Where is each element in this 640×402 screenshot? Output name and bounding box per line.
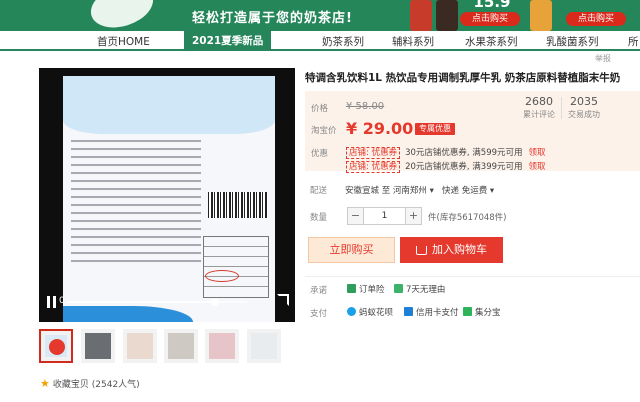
star-icon: ★ (40, 377, 50, 390)
ice-cream-cup-image (530, 0, 552, 31)
quantity-input[interactable]: 1 (364, 207, 405, 225)
original-price: ¥ 58.00 (346, 101, 385, 112)
buy-now-button[interactable]: 立即购买 (308, 237, 395, 263)
banner-buy-button[interactable]: 点击购买 (460, 12, 520, 26)
thumbnail-image[interactable] (81, 329, 115, 363)
thumbnail-image[interactable] (205, 329, 239, 363)
stat-reviews[interactable]: 2680 累计评论 (518, 95, 560, 120)
stat-transactions: 2035 交易成功 (568, 95, 600, 119)
coupon-row: 店铺: 优惠券 20元店铺优惠券, 满399元可用 领取 (346, 160, 546, 173)
product-package-image (63, 76, 275, 322)
current-price: ¥ 29.00 (346, 119, 414, 138)
credit-card-icon (404, 307, 413, 316)
highlight-circle (205, 270, 239, 282)
stock-count: 件(库存5617048件) (428, 213, 507, 223)
thumbnail-strip (39, 329, 295, 365)
video-time: 0 (59, 296, 65, 306)
chevron-down-icon: ▾ (489, 186, 495, 196)
promise-7day-return[interactable]: 7天无理由 (394, 283, 445, 295)
shipping-fee[interactable]: 快递 免运费 ▾ (442, 186, 494, 196)
banner-slogan: 轻松打造属于您的奶茶店! (192, 11, 353, 26)
favorite-link[interactable]: ★ 收藏宝贝 (2542人气) (40, 377, 140, 390)
nav-item-home[interactable]: 首页HOME (97, 34, 150, 49)
insurance-icon (347, 284, 356, 293)
payment-credit-card[interactable]: 信用卡支付 (404, 306, 459, 318)
nutrition-table (203, 236, 269, 298)
fullscreen-icon[interactable] (277, 294, 289, 306)
payment-huabei[interactable]: 蚂蚁花呗 (347, 306, 393, 318)
report-link[interactable]: 举报 (595, 53, 611, 64)
coupon-tag: 店铺: 优惠券 (346, 147, 401, 159)
promo-banner[interactable]: 轻松打造属于您的奶茶店! 15.9 点击购买 点击购买 (0, 0, 640, 31)
huabei-icon (347, 307, 356, 316)
banner-buy-button-2[interactable]: 点击购买 (566, 12, 626, 26)
price-panel: 价格 ¥ 58.00 淘宝价 ¥ 29.00 专属优惠 2680 累计评论 20… (305, 91, 640, 173)
nav-item-summer-new[interactable]: 2021夏季新品 (184, 31, 272, 51)
thumbnail-video[interactable] (39, 329, 73, 363)
destination-select[interactable]: 河南郑州 ▾ (393, 186, 434, 196)
nav-item-lactobacillus[interactable]: 乳酸菌系列 (546, 34, 599, 49)
nav-item-ingredients[interactable]: 辅料系列 (392, 34, 434, 49)
drink-cup-image (410, 0, 432, 31)
pause-icon[interactable] (47, 296, 57, 308)
claim-coupon-link[interactable]: 领取 (529, 148, 546, 158)
drink-cup-image (436, 0, 458, 31)
shop-nav: 首页HOME 2021夏季新品 奶茶系列 辅料系列 水果茶系列 乳酸菌系列 所 (0, 31, 640, 51)
barcode-image (208, 192, 268, 218)
thumbnail-image[interactable] (247, 329, 281, 363)
return-icon (394, 284, 403, 293)
payment-jifenbao[interactable]: 集分宝 (463, 306, 501, 318)
nav-item-more[interactable]: 所 (628, 34, 639, 49)
quantity-increase-button[interactable]: + (405, 207, 422, 225)
thumbnail-image[interactable] (164, 329, 198, 363)
video-progress-bar[interactable] (67, 298, 247, 306)
nav-item-fruit-tea[interactable]: 水果茶系列 (465, 34, 518, 49)
product-title: 特调含乳饮料1L 热饮品专用调制乳厚牛乳 奶茶店原料替植脂末牛奶 (305, 72, 621, 84)
leaf-logo-shape (85, 0, 159, 31)
promise-insurance[interactable]: 订单险 (347, 283, 385, 295)
coupon-tag: 店铺: 优惠券 (346, 161, 401, 173)
cart-icon (416, 245, 427, 255)
banner-price: 15.9 (473, 0, 511, 11)
product-video-player[interactable]: 0 (39, 68, 295, 322)
progress-knob[interactable] (210, 298, 219, 306)
chevron-down-icon: ▾ (429, 186, 434, 196)
play-icon (49, 339, 65, 355)
nav-item-milk-tea[interactable]: 奶茶系列 (322, 34, 364, 49)
claim-coupon-link[interactable]: 领取 (529, 162, 546, 172)
jifenbao-icon (463, 307, 472, 316)
promo-badge: 专属优惠 (415, 123, 455, 135)
thumbnail-image[interactable] (123, 329, 157, 363)
quantity-decrease-button[interactable]: − (347, 207, 364, 225)
shipping-info: 安徽宣城 至 河南郑州 ▾ 快递 免运费 ▾ (345, 186, 495, 196)
add-to-cart-button[interactable]: 加入购物车 (400, 237, 503, 263)
coupon-row: 店铺: 优惠券 30元店铺优惠券, 满599元可用 领取 (346, 146, 546, 159)
